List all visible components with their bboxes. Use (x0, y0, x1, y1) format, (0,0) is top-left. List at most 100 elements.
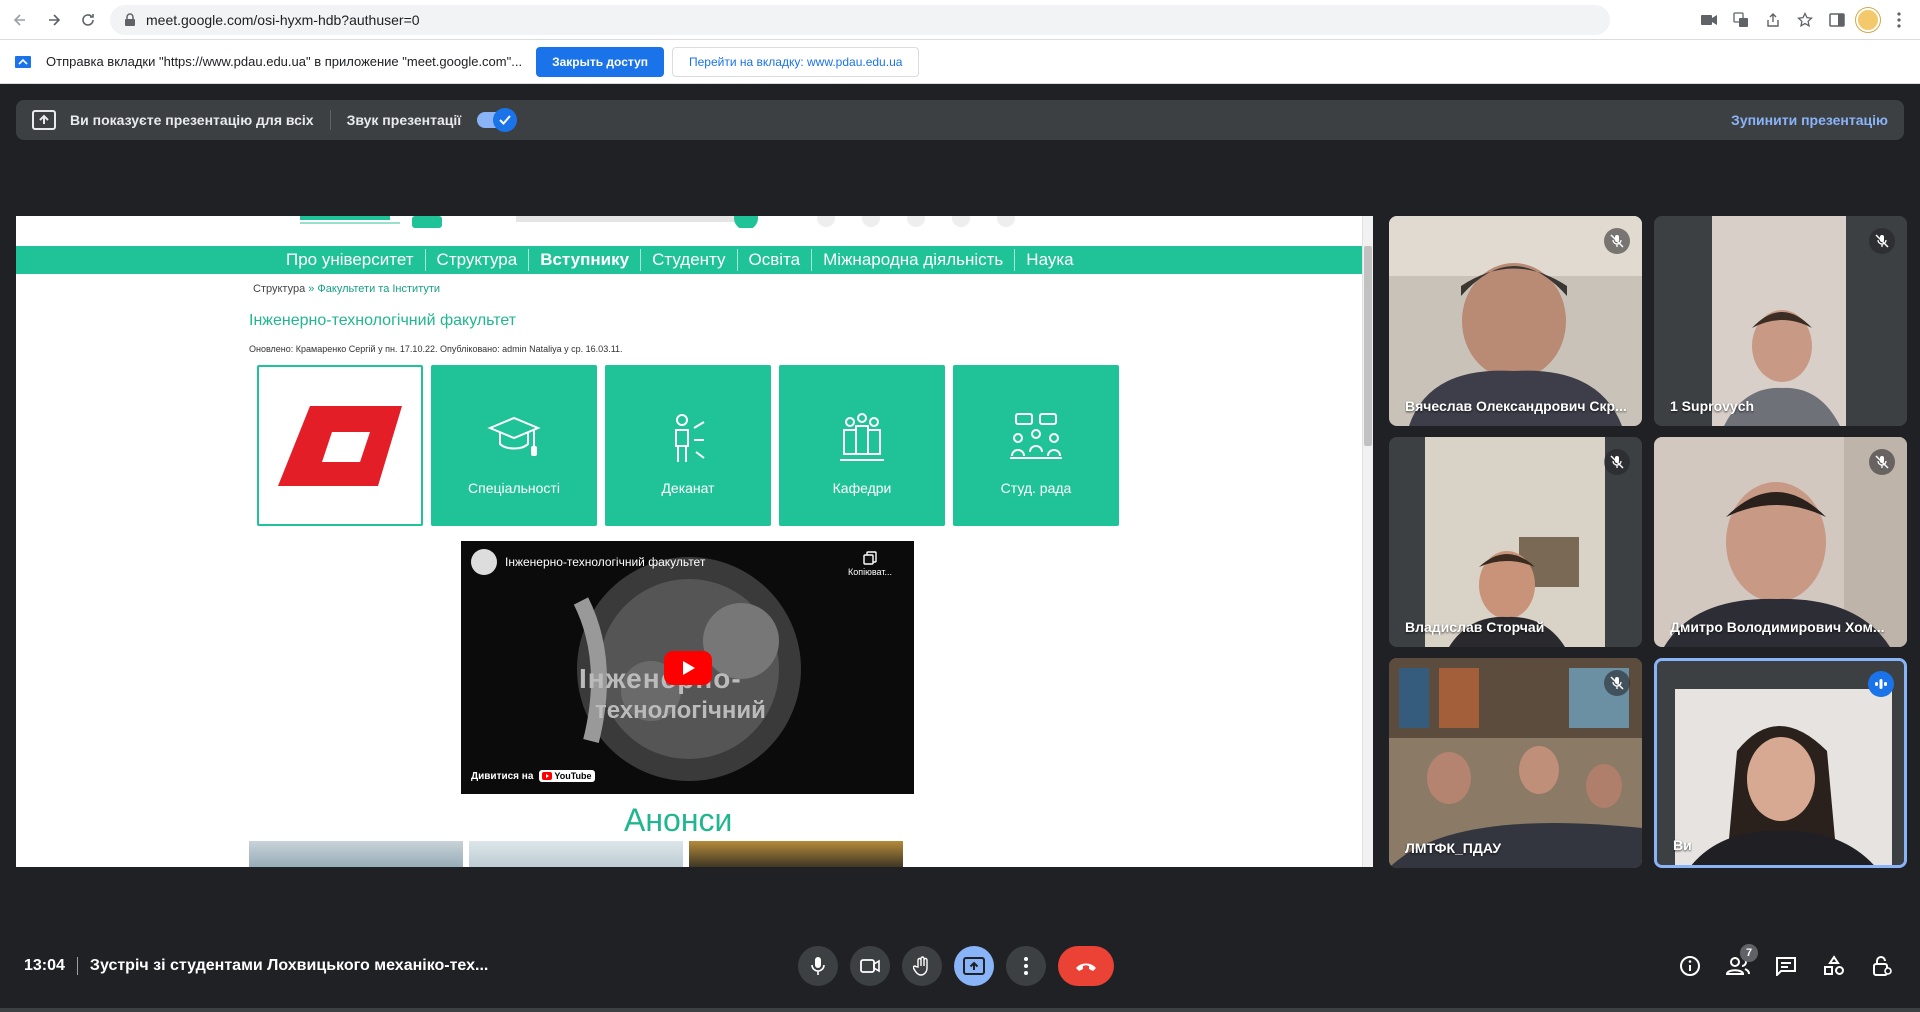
video-overlay-text-1: Інженерно- (579, 663, 742, 694)
meeting-info: 13:04 Зустріч зі студентами Лохвицького … (24, 957, 488, 975)
switch-tab-button[interactable]: Перейти на вкладку: www.pdau.edu.ua (672, 46, 920, 77)
bookmark-star-icon[interactable] (1792, 7, 1818, 33)
tile-label: Деканат (661, 480, 715, 496)
info-icon (1680, 956, 1700, 976)
participant-video (1389, 216, 1642, 426)
camera-in-use-icon[interactable] (1696, 7, 1722, 33)
participant-name: Ви (1673, 837, 1692, 853)
chat-icon (1776, 957, 1796, 976)
stop-sharing-button[interactable]: Закрыть доступ (536, 46, 664, 77)
nav-education[interactable]: Освіта (738, 249, 813, 271)
university-logo (300, 216, 442, 228)
nav-student[interactable]: Студенту (641, 249, 738, 271)
nav-international[interactable]: Міжнародна діяльність (812, 249, 1016, 271)
back-button[interactable] (6, 6, 34, 34)
meeting-details-button[interactable] (1674, 946, 1706, 986)
scrollbar-thumb[interactable] (1364, 246, 1372, 446)
nav-applicant[interactable]: Вступнику (529, 249, 642, 271)
participant-tile[interactable]: Владислав Сторчай (1389, 437, 1642, 647)
announcement-thumbnail[interactable] (469, 841, 683, 867)
announcements-title: Анонси (624, 802, 733, 838)
raise-hand-button[interactable] (902, 946, 942, 986)
breadcrumb-root[interactable]: Структура (253, 283, 305, 295)
faculty-logo-tile[interactable] (257, 365, 423, 526)
participant-tile[interactable]: ЛМТФК_ПДАУ (1389, 658, 1642, 868)
more-vert-icon (1024, 957, 1028, 975)
arrow-left-icon (13, 13, 25, 26)
host-controls-button[interactable] (1866, 946, 1898, 986)
stop-presentation-button[interactable]: Зупинити презентацію (1731, 112, 1888, 128)
share-icon[interactable] (1760, 7, 1786, 33)
youtube-logo: YouTube (539, 770, 595, 782)
participant-tile[interactable]: Дмитро Володимирович Хом... (1654, 437, 1907, 647)
embedded-video[interactable]: Інженерно-технологічний факультет Копіюв… (461, 541, 914, 794)
announcement-thumbnails (249, 841, 903, 867)
participant-video (1654, 216, 1907, 426)
specialties-tile[interactable]: Спеціальності (431, 365, 597, 526)
announcement-thumbnail[interactable] (689, 841, 903, 867)
participant-tile[interactable]: Вячеслав Олександрович Скр... (1389, 216, 1642, 426)
participant-tile[interactable]: 1 Suprovych (1654, 216, 1907, 426)
video-camera-icon (860, 959, 880, 973)
translate-icon[interactable] (1728, 7, 1754, 33)
profile-avatar[interactable] (1856, 8, 1880, 32)
microphone-button[interactable] (798, 946, 838, 986)
student-council-tile[interactable]: Студ. рада (953, 365, 1119, 526)
muted-mic-icon (1604, 449, 1630, 475)
muted-mic-icon (1604, 228, 1630, 254)
kebab-menu-icon[interactable] (1886, 7, 1912, 33)
presentation-bar: Ви показуєте презентацію для всіх Звук п… (16, 100, 1904, 140)
watch-label: Дивитися на (471, 770, 534, 782)
video-title[interactable]: Інженерно-технологічний факультет (505, 555, 705, 569)
camera-button[interactable] (850, 946, 890, 986)
play-icon (683, 661, 695, 675)
nav-structure[interactable]: Структура (426, 249, 530, 271)
breadcrumb-faculties-link[interactable]: Факультети та Інститути (317, 283, 440, 295)
channel-avatar (471, 549, 497, 575)
address-bar[interactable]: meet.google.com/osi-hyxm-hdb?authuser=0 (110, 5, 1610, 35)
presentation-status: Ви показуєте презентацію для всіх (70, 112, 314, 128)
tab-sharing-infobar: Отправка вкладки "https://www.pdau.edu.u… (0, 40, 1920, 84)
faculty-logo-icon (278, 405, 402, 486)
meeting-time: 13:04 (24, 957, 65, 974)
page-scrollbar[interactable] (1362, 216, 1373, 867)
copy-link-button[interactable]: Копіюват... (842, 551, 898, 577)
present-now-button[interactable] (954, 946, 994, 986)
taskbar-strip (0, 1008, 1920, 1012)
forward-button[interactable] (40, 6, 68, 34)
participant-video (1657, 661, 1904, 865)
leave-call-button[interactable] (1058, 946, 1114, 986)
muted-mic-icon (1869, 449, 1895, 475)
chat-button[interactable] (1770, 946, 1802, 986)
watch-on-youtube[interactable]: Дивитися на YouTube (471, 770, 595, 782)
muted-mic-icon (1869, 228, 1895, 254)
announcement-thumbnail[interactable] (249, 841, 463, 867)
faculty-tiles: Спеціальності Деканат Кафедри Студ. рада (257, 365, 1119, 526)
deans-office-tile[interactable]: Деканат (605, 365, 771, 526)
divider (329, 110, 331, 130)
play-button[interactable] (664, 651, 712, 685)
call-controls (798, 946, 1114, 986)
url-text: meet.google.com/osi-hyxm-hdb?authuser=0 (146, 12, 420, 28)
presentation-audio-toggle[interactable] (477, 108, 518, 132)
participant-name: Дмитро Володимирович Хом... (1670, 619, 1885, 635)
departments-tile[interactable]: Кафедри (779, 365, 945, 526)
nav-about[interactable]: Про університет (275, 249, 426, 271)
participant-name: Владислав Сторчай (1405, 619, 1545, 635)
activities-button[interactable] (1818, 946, 1850, 986)
tile-label: Спеціальності (468, 480, 560, 496)
presenter-icon (675, 414, 705, 462)
more-options-button[interactable] (1006, 946, 1046, 986)
page-title: Інженерно-технологічний факультет (249, 312, 517, 329)
breadcrumb: Структура » Факультети та Інститути (253, 283, 440, 295)
reload-button[interactable] (74, 6, 102, 34)
graduation-cap-icon (487, 416, 541, 456)
participant-tile-self[interactable]: Ви (1654, 658, 1907, 868)
sharing-message: Отправка вкладки "https://www.pdau.edu.u… (46, 54, 523, 69)
meeting-title[interactable]: Зустріч зі студентами Лохвицького механі… (90, 957, 488, 975)
side-panel-icon[interactable] (1824, 7, 1850, 33)
present-screen-icon (32, 110, 56, 130)
present-screen-icon (963, 957, 985, 975)
people-button[interactable]: 7 (1722, 944, 1758, 986)
nav-science[interactable]: Наука (1015, 249, 1084, 271)
